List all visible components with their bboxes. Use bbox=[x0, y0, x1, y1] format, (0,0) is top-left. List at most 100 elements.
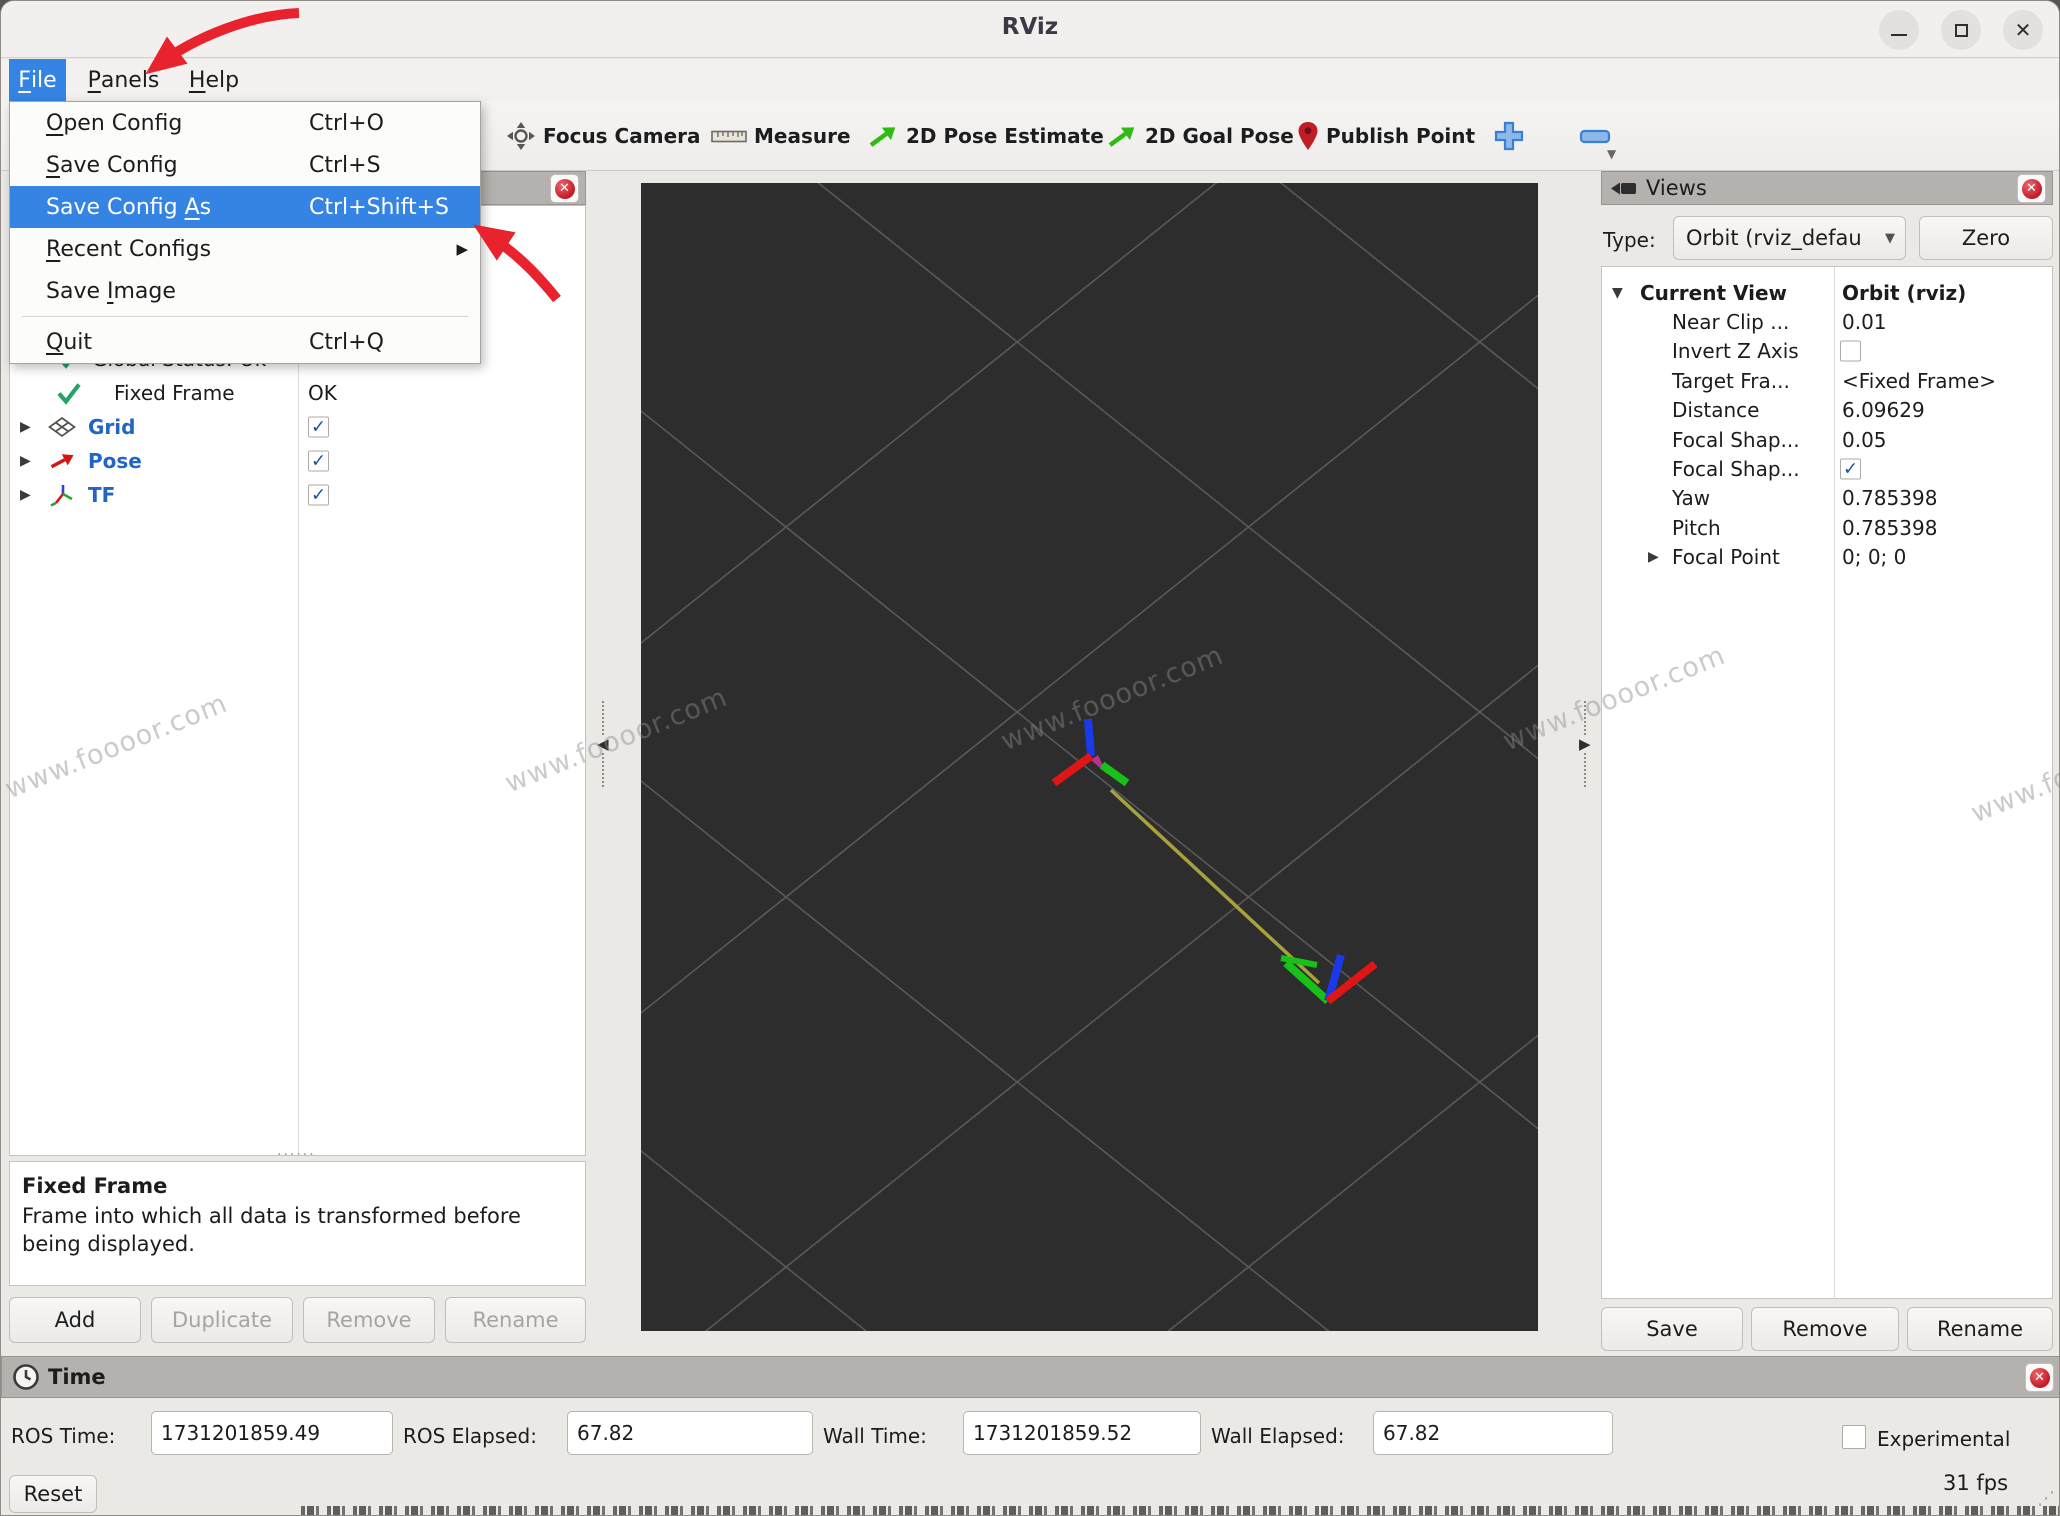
remove-view-button[interactable]: Remove bbox=[1751, 1307, 1899, 1351]
maximize-button[interactable] bbox=[1941, 10, 1981, 50]
file-menu-item-quit[interactable]: QuitCtrl+Q bbox=[10, 321, 480, 363]
expander-icon[interactable]: ▶ bbox=[20, 419, 31, 435]
left-splitter[interactable]: ◀ bbox=[597, 701, 609, 787]
remove-tool-icon bbox=[1579, 129, 1611, 144]
file-menu-item-save-image[interactable]: Save Image bbox=[10, 270, 480, 312]
ros-time-input[interactable] bbox=[151, 1411, 393, 1455]
menu-help[interactable]: Help bbox=[183, 59, 245, 101]
views-row-current-view[interactable]: ▼Current ViewOrbit (rviz) bbox=[1602, 278, 2051, 307]
display-description-box: Fixed Frame Frame into which all data is… bbox=[9, 1161, 586, 1286]
file-menu-item-save-config[interactable]: Save ConfigCtrl+S bbox=[10, 144, 480, 186]
property-checkbox[interactable] bbox=[1840, 341, 1861, 362]
menu-item-label: Recent Configs bbox=[46, 237, 211, 262]
row-checkbox[interactable] bbox=[308, 417, 329, 438]
displays-row-pose[interactable]: ▶ Pose bbox=[10, 444, 584, 478]
collapse-right-icon[interactable]: ▶ bbox=[1579, 735, 1591, 753]
tool-label: Measure bbox=[754, 124, 851, 148]
3d-viewport[interactable] bbox=[641, 183, 1538, 1331]
menu-panels[interactable]: Panels bbox=[81, 59, 166, 101]
row-label: Fixed Frame bbox=[114, 381, 235, 405]
tool-measure[interactable]: Measure bbox=[711, 101, 851, 171]
add-display-button[interactable]: Add bbox=[9, 1297, 141, 1343]
view-type-dropdown[interactable]: Orbit (rviz_defau ▼ bbox=[1673, 216, 1906, 260]
chevron-down-icon[interactable]: ▼ bbox=[1607, 147, 1616, 161]
minimize-button[interactable] bbox=[1879, 10, 1919, 50]
views-row-yaw[interactable]: Yaw0.785398 bbox=[1602, 484, 2051, 513]
row-label: Pose bbox=[88, 449, 142, 473]
time-panel-header[interactable]: Time ✕ bbox=[1, 1356, 2060, 1398]
right-splitter[interactable]: ▶ bbox=[1579, 701, 1591, 787]
views-row-near-clip-[interactable]: Near Clip ...0.01 bbox=[1602, 307, 2051, 336]
tool-add-tool[interactable] bbox=[1493, 101, 1525, 171]
wall-elapsed-input[interactable] bbox=[1373, 1411, 1613, 1455]
property-value: 0.05 bbox=[1842, 428, 1887, 452]
tool-focus-camera[interactable]: Focus Camera bbox=[506, 101, 701, 171]
views-close-button[interactable]: ✕ bbox=[2017, 174, 2046, 203]
save-view-button[interactable]: Save bbox=[1601, 1307, 1743, 1351]
y-axis bbox=[1286, 963, 1328, 1001]
tool-label: Focus Camera bbox=[543, 124, 701, 148]
row-checkbox[interactable] bbox=[308, 451, 329, 472]
property-checkbox[interactable] bbox=[1840, 458, 1861, 479]
displays-close-button[interactable]: ✕ bbox=[550, 174, 579, 203]
menu-item-label: Save Image bbox=[46, 279, 176, 304]
close-icon: ✕ bbox=[555, 179, 575, 199]
views-row-invert-z-axis[interactable]: Invert Z Axis bbox=[1602, 337, 2051, 366]
views-row-focal-shap-[interactable]: Focal Shap... 0.05 bbox=[1602, 425, 2051, 454]
menu-item-label: Save Config As bbox=[46, 195, 211, 220]
displays-row-tf[interactable]: ▶TF bbox=[10, 478, 584, 512]
row-checkbox[interactable] bbox=[308, 485, 329, 506]
description-title: Fixed Frame bbox=[22, 1174, 585, 1198]
property-value: Orbit (rviz) bbox=[1842, 281, 1966, 305]
experimental-checkbox[interactable] bbox=[1842, 1425, 1866, 1449]
tool-pose-estimate[interactable]: 2D Pose Estimate bbox=[867, 101, 1104, 171]
views-panel-header[interactable]: Views ✕ bbox=[1601, 171, 2053, 205]
close-button[interactable]: ✕ bbox=[2003, 10, 2043, 50]
property-label: Focal Shap... bbox=[1672, 428, 1800, 452]
property-label: Invert Z Axis bbox=[1672, 339, 1799, 363]
menu-item-label: Save Config bbox=[46, 153, 178, 178]
time-field-label: Wall Time: bbox=[823, 1424, 927, 1448]
expander-icon[interactable]: ▶ bbox=[20, 487, 31, 503]
views-row-distance[interactable]: Distance6.09629 bbox=[1602, 396, 2051, 425]
tool-remove-tool[interactable]: ▼ bbox=[1579, 101, 1611, 171]
focus-camera-icon bbox=[506, 121, 536, 151]
displays-row-fixed-frame[interactable]: Fixed FrameOK bbox=[10, 376, 584, 410]
views-row-focal-shap-[interactable]: Focal Shap... bbox=[1602, 454, 2051, 483]
expander-icon[interactable]: ▶ bbox=[1648, 549, 1659, 565]
ros-elapsed-input[interactable] bbox=[567, 1411, 813, 1455]
pose-estimate-icon bbox=[867, 122, 899, 150]
tool-goal-pose[interactable]: 2D Goal Pose bbox=[1106, 101, 1294, 171]
chevron-down-icon: ▼ bbox=[1885, 231, 1895, 246]
time-field-label: ROS Time: bbox=[11, 1424, 115, 1448]
splitter-dots bbox=[1584, 753, 1586, 787]
views-row-pitch[interactable]: Pitch0.785398 bbox=[1602, 513, 2051, 542]
file-menu-item-recent-configs[interactable]: Recent Configs▶ bbox=[10, 228, 480, 270]
wall-time-input[interactable] bbox=[963, 1411, 1201, 1455]
reset-button[interactable]: Reset bbox=[9, 1475, 97, 1513]
views-row-focal-point[interactable]: ▶Focal Point0; 0; 0 bbox=[1602, 543, 2051, 572]
views-tree: ▼Current ViewOrbit (rviz)Near Clip ...0.… bbox=[1601, 266, 2053, 1299]
views-row-target-fra-[interactable]: Target Fra...<Fixed Frame> bbox=[1602, 366, 2051, 395]
zero-button[interactable]: Zero bbox=[1919, 216, 2053, 260]
displays-row-grid[interactable]: ▶ Grid bbox=[10, 410, 584, 444]
collapse-left-icon[interactable]: ◀ bbox=[597, 735, 609, 753]
pose-display-icon bbox=[48, 450, 76, 472]
expander-icon[interactable]: ▼ bbox=[1612, 285, 1623, 301]
publish-point-icon bbox=[1297, 121, 1319, 151]
menu-item-label: Open Config bbox=[46, 111, 182, 136]
rename-display-button: Rename bbox=[445, 1297, 586, 1343]
menu-item-shortcut: Ctrl+Shift+S bbox=[309, 195, 449, 220]
file-menu-item-open-config[interactable]: Open ConfigCtrl+O bbox=[10, 102, 480, 144]
time-close-button[interactable]: ✕ bbox=[2025, 1363, 2054, 1392]
expander-icon[interactable]: ▶ bbox=[20, 453, 31, 469]
menu-file[interactable]: File bbox=[9, 59, 66, 101]
file-menu-item-save-config-as[interactable]: Save Config As Ctrl+Shift+S bbox=[10, 186, 480, 228]
zero-button-label: Zero bbox=[1962, 226, 2010, 250]
tool-label: Publish Point bbox=[1326, 124, 1475, 148]
rename-view-button[interactable]: Rename bbox=[1907, 1307, 2053, 1351]
time-field-label: Wall Elapsed: bbox=[1211, 1424, 1345, 1448]
tool-publish-point[interactable]: Publish Point bbox=[1297, 101, 1475, 171]
row-label: Grid bbox=[88, 415, 135, 439]
tf-frame-2 bbox=[1281, 955, 1375, 1001]
